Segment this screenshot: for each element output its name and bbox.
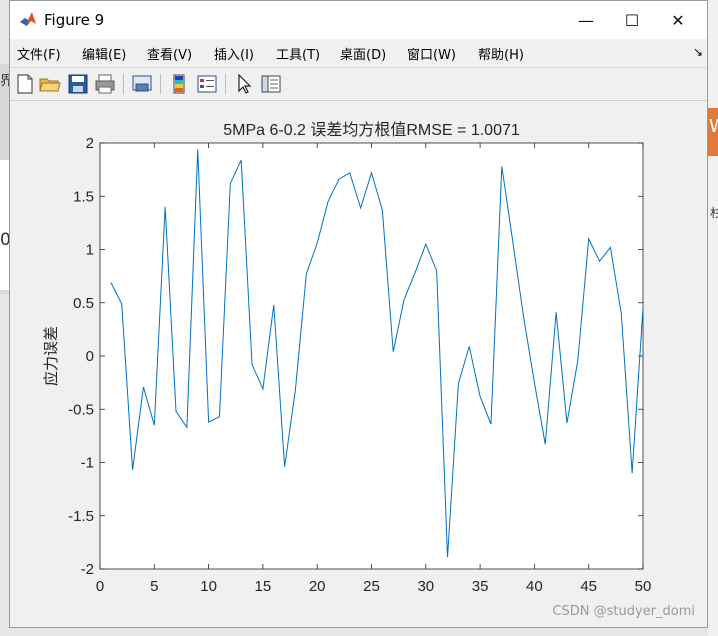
minimize-button[interactable]: — [563,1,609,39]
menu-file[interactable]: 文件(F) [17,44,61,63]
plot-axes-background [99,142,644,570]
x-tick-label: 40 [526,578,543,595]
property-inspector-icon[interactable] [259,72,283,96]
y-tick-label: -1.5 [68,508,94,525]
figure-window: Figure 9 — ☐ ✕ 文件(F) 编辑(E) 查看(V) 插入(I) 工… [9,0,708,628]
x-tick-label: 25 [363,578,380,595]
x-tick-label: 5 [150,578,158,595]
title-bar[interactable]: Figure 9 — ☐ ✕ [10,1,707,39]
y-tick-label: 1.5 [73,188,94,205]
x-tick-label: 15 [255,578,272,595]
chart-title: 5MPa 6-0.2 误差均方根值RMSE = 1.0071 [223,121,520,139]
menu-edit[interactable]: 编辑(E) [82,44,126,63]
background-glyph: 杉 [710,206,718,220]
menu-insert[interactable]: 插入(I) [214,44,254,63]
print-icon[interactable] [93,72,117,96]
pointer-icon[interactable] [232,72,256,96]
x-tick-label: 20 [309,578,326,595]
background-window-edge [708,0,718,636]
new-figure-icon[interactable] [13,72,37,96]
menu-view[interactable]: 查看(V) [147,44,192,63]
maximize-button[interactable]: ☐ [609,1,655,39]
watermark: CSDN @studyer_domi [552,604,695,619]
y-tick-label: 1 [86,242,94,259]
menu-desktop[interactable]: 桌面(D) [340,44,386,63]
line-chart[interactable]: -2 -1.5 -1 -0.5 0 0.5 1 1.5 2 0 5 10 15 20 25 30 35 40 45… [10,101,707,627]
y-tick-label: -0.5 [68,401,94,418]
x-tick-label: 35 [472,578,489,595]
close-button[interactable]: ✕ [655,1,701,39]
minimize-icon: — [578,10,594,30]
menu-bar: 文件(F) 编辑(E) 查看(V) 插入(I) 工具(T) 桌面(D) 窗口(W… [10,39,707,68]
toolbar-separator [225,74,226,94]
save-icon[interactable] [66,72,90,96]
x-tick-label: 45 [580,578,597,595]
x-tick-label: 0 [96,578,104,595]
y-tick-label: 2 [86,135,94,152]
y-tick-label: 0.5 [73,295,94,312]
y-axis-label: 应力误差 [42,326,60,386]
y-tick-label: -2 [81,561,94,578]
maximize-icon: ☐ [624,10,640,30]
link-icon[interactable] [130,72,154,96]
matlab-logo-icon [19,10,37,28]
colorbar-icon[interactable] [167,72,191,96]
window-title: Figure 9 [44,11,105,29]
x-tick-label: 10 [200,578,217,595]
y-tick-label: -1 [81,455,94,472]
menu-help[interactable]: 帮助(H) [478,44,524,63]
toolbar [10,68,707,101]
y-tick-label: 0 [86,348,94,365]
menu-window[interactable]: 窗口(W) [407,44,456,63]
figure-canvas[interactable]: -2 -1.5 -1 -0.5 0 0.5 1 1.5 2 0 5 10 15 20 25 30 35 40 45… [10,101,707,627]
background-glyph: W [709,116,718,137]
x-tick-label: 50 [635,578,652,595]
x-tick-label: 30 [417,578,434,595]
menu-tools[interactable]: 工具(T) [276,44,320,63]
legend-icon[interactable] [195,72,219,96]
close-icon: ✕ [671,10,685,30]
menu-overflow-icon[interactable]: ↘ [693,45,703,59]
open-file-icon[interactable] [38,72,62,96]
toolbar-separator [160,74,161,94]
toolbar-separator [123,74,124,94]
